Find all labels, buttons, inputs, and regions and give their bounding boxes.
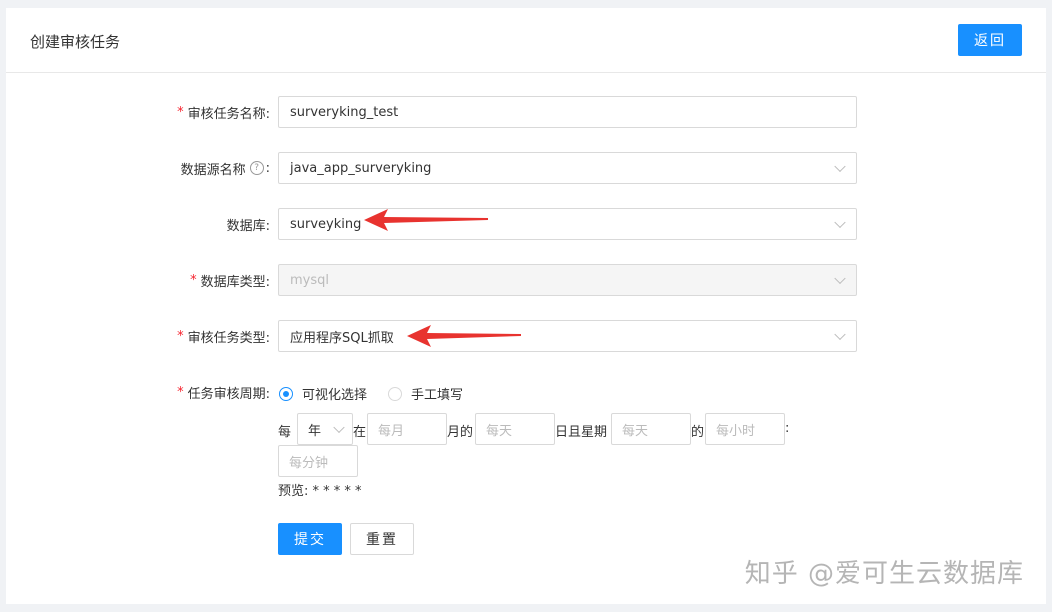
- chevron-down-icon: [834, 216, 846, 229]
- required-mark: *: [177, 384, 184, 400]
- required-mark: *: [190, 272, 197, 288]
- required-mark: *: [177, 328, 184, 344]
- database-label: 数据库:: [226, 218, 270, 234]
- at-text: 在: [353, 425, 367, 440]
- reset-button[interactable]: 重置: [350, 523, 414, 555]
- question-circle-icon[interactable]: ?: [249, 161, 264, 175]
- chevron-down-icon: [834, 160, 846, 173]
- month-input[interactable]: 每月: [367, 413, 447, 445]
- task-name-label: * 审核任务名称:: [177, 104, 270, 122]
- watermark: 知乎 @爱可生云数据库: [744, 559, 1024, 589]
- annotation-arrow-icon: [407, 325, 521, 347]
- task-type-label: * 审核任务类型:: [177, 328, 270, 346]
- chevron-down-icon: [834, 272, 846, 285]
- minute-input[interactable]: 每分钟: [278, 445, 358, 477]
- submit-button[interactable]: 提交: [278, 523, 342, 555]
- task-name-input[interactable]: surveryking_test: [278, 96, 857, 128]
- back-button[interactable]: 返回: [958, 24, 1022, 56]
- month-suffix-text: 月的: [447, 425, 474, 440]
- day-input[interactable]: 每天: [475, 413, 555, 445]
- radio-manual[interactable]: 手工填写: [388, 384, 463, 403]
- radio-checked-icon[interactable]: [279, 386, 293, 401]
- colon-text: :: [785, 421, 790, 436]
- annotation-arrow-icon: [364, 209, 488, 231]
- page-title: 创建审核任务: [30, 33, 121, 51]
- hour-input[interactable]: 每小时: [705, 413, 785, 445]
- task-type-select[interactable]: 应用程序SQL抓取: [278, 320, 857, 352]
- radio-unchecked-icon[interactable]: [388, 386, 402, 401]
- weekday-input[interactable]: 每天: [611, 413, 691, 445]
- db-type-select: mysql: [278, 264, 857, 296]
- card-header: 创建审核任务 返回: [6, 8, 1046, 73]
- required-mark: *: [177, 104, 184, 120]
- preview-text: 预览: * * * * *: [278, 484, 362, 499]
- every-text: 每: [278, 425, 292, 440]
- cycle-label: * 任务审核周期:: [177, 384, 270, 402]
- chevron-down-icon: [834, 328, 846, 341]
- cycle-unit-select[interactable]: 年: [297, 413, 353, 445]
- day-weekday-text: 日且星期: [555, 425, 608, 440]
- datasource-select[interactable]: java_app_surveryking: [278, 152, 857, 184]
- datasource-label: 数据源名称 ? :: [180, 160, 270, 178]
- of-text: 的: [691, 425, 705, 440]
- radio-visual[interactable]: 可视化选择: [279, 384, 367, 403]
- chevron-down-icon: [333, 421, 345, 434]
- db-type-label: * 数据库类型:: [190, 272, 270, 290]
